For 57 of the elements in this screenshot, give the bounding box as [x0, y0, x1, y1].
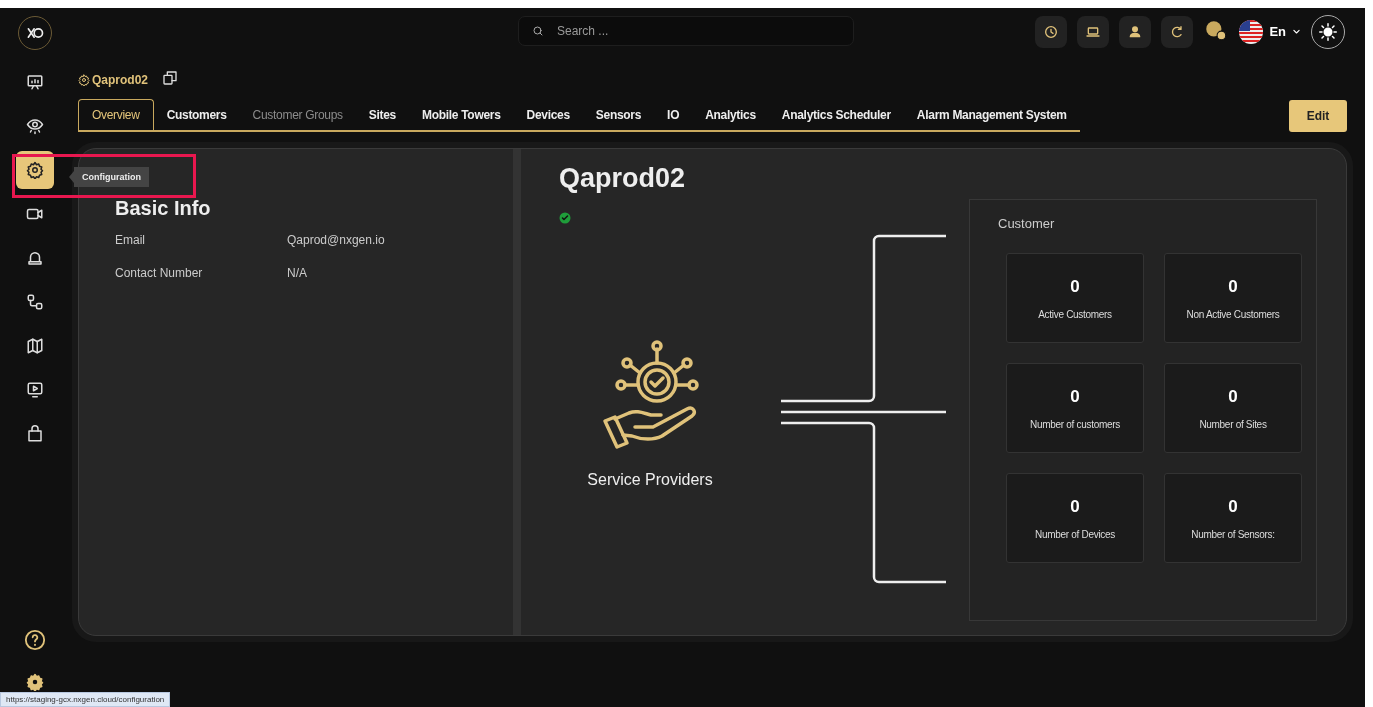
field-label: Email: [115, 233, 146, 247]
eye-icon: [26, 117, 44, 135]
clock-icon: [1043, 23, 1060, 40]
tooltip: Configuration: [69, 167, 149, 187]
stat-value: 0: [1070, 496, 1080, 517]
flow-icon: [26, 293, 44, 311]
tab[interactable]: Analytics Scheduler: [768, 100, 904, 130]
tab[interactable]: Devices: [513, 100, 583, 130]
field-label: Contact Number: [115, 266, 204, 280]
tab[interactable]: Alarm Management System: [903, 100, 1080, 130]
language-selector[interactable]: En: [1239, 19, 1301, 44]
stat-label: Number of Devices: [1035, 528, 1115, 540]
edit-button[interactable]: Edit: [1289, 100, 1347, 132]
tab[interactable]: IO: [654, 100, 693, 130]
sidebar-item[interactable]: [16, 151, 54, 189]
tab[interactable]: Sites: [355, 100, 409, 130]
stat-label: Number of Sensors:: [1191, 528, 1275, 540]
stat-value: 0: [1228, 276, 1238, 297]
breadcrumb[interactable]: Qaprod02: [78, 73, 148, 87]
tab[interactable]: Sensors: [582, 100, 655, 130]
stat-value: 0: [1070, 386, 1080, 407]
laptop-button[interactable]: [1077, 15, 1110, 48]
tab[interactable]: Customers: [153, 100, 240, 130]
field-value: Qaprod@nxgen.io: [287, 233, 385, 247]
field-value: N/A: [287, 266, 307, 280]
stat-value: 0: [1070, 276, 1080, 297]
tab[interactable]: Overview: [78, 99, 154, 132]
stat-value: 0: [1228, 496, 1238, 517]
copy-icon[interactable]: [162, 70, 178, 86]
provider-label: Service Providers: [587, 471, 713, 489]
tab[interactable]: Mobile Towers: [409, 100, 514, 130]
sun-icon: [1319, 22, 1337, 41]
customer-title: Qaprod02: [559, 163, 686, 193]
status-url: https://staging-gcx.nxgen.cloud/configuration: [0, 692, 171, 707]
stat-label: Number of customers: [1030, 418, 1120, 430]
refresh-button[interactable]: [1161, 15, 1194, 48]
stat-value: 0: [1228, 386, 1238, 407]
clock-button[interactable]: [1035, 15, 1068, 48]
user-button[interactable]: [1119, 15, 1152, 48]
tab[interactable]: Analytics: [692, 100, 769, 130]
panel-title: Customer: [998, 216, 1056, 231]
section-title: Basic Info: [115, 197, 212, 219]
flag-icon: [1239, 19, 1264, 44]
settings-icon: [26, 161, 44, 179]
stat-label: Non Active Customers: [1186, 308, 1280, 320]
stat-label: Number of Sites: [1199, 418, 1267, 430]
chevron-down-icon: [1292, 27, 1301, 36]
search-field[interactable]: Search ...: [518, 16, 854, 46]
settings-icon: [78, 74, 90, 86]
stat-label: Active Customers: [1038, 308, 1112, 320]
help-icon[interactable]: [24, 629, 46, 651]
presentation-board-icon: [26, 73, 44, 91]
theme-toggle[interactable]: [1311, 14, 1345, 49]
map-icon: [26, 337, 44, 355]
settings-icon[interactable]: [26, 673, 44, 691]
bell-icon: [26, 249, 44, 267]
monitor-play-icon: [26, 381, 44, 399]
